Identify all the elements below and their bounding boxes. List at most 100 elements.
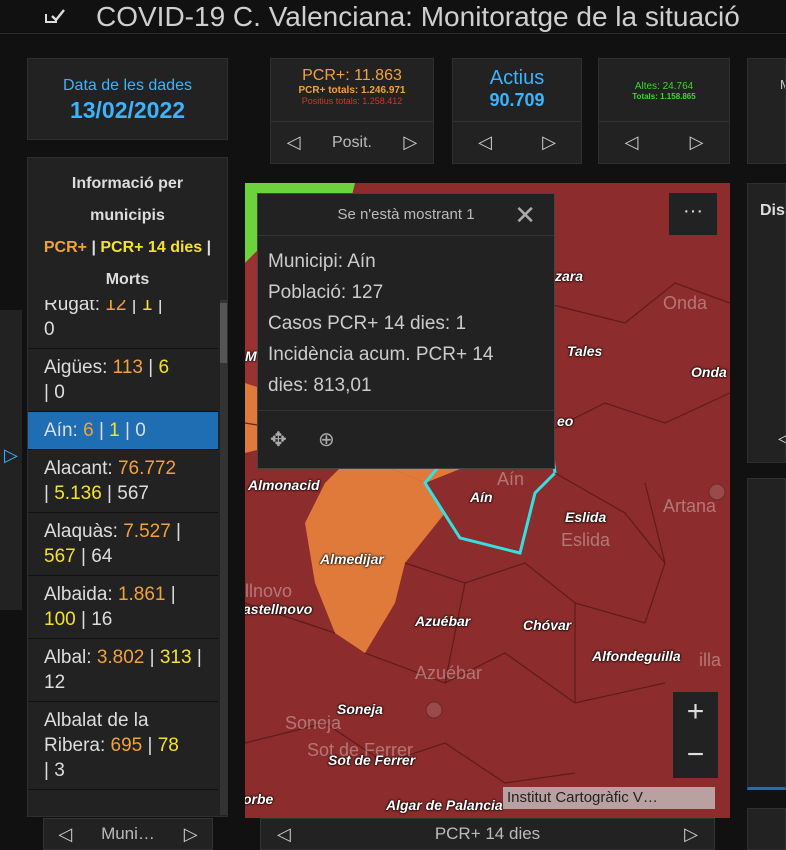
close-icon[interactable]: ✕ <box>514 194 536 236</box>
list-item-selected[interactable]: Aín: 6 | 1 | 0 <box>28 412 218 450</box>
list-title-line2: municipis <box>90 207 165 224</box>
map-bg-label: Onda <box>663 293 708 313</box>
list-header: Informació per municipis PCR+ | PCR+ 14 … <box>28 158 227 296</box>
prev-arrow-icon[interactable]: ◁ <box>277 824 291 845</box>
morts-label: M <box>780 77 785 92</box>
list-item[interactable]: Albal: 3.802 | 313 | 12 <box>28 639 218 702</box>
town-label: Aín <box>470 489 493 505</box>
municipality-name: Albaida: <box>44 584 113 605</box>
pcr-value: 3.802 <box>96 647 145 668</box>
altes-pager: ◁ ▷ <box>599 121 729 163</box>
pcr14-value: 567 <box>44 546 76 567</box>
legend-pcr14: PCR+ 14 dies <box>100 239 203 256</box>
app-logo-icon <box>45 9 65 23</box>
pcr14-value: 5.136 <box>54 483 102 504</box>
pcr14-value: 1 <box>141 300 153 315</box>
municipality-name: Rugat: <box>44 300 100 315</box>
town-label: Sot de Ferrer <box>328 752 416 768</box>
zoom-in-button[interactable]: + <box>673 692 718 735</box>
town-label: orbe <box>245 791 274 807</box>
next-arrow-icon[interactable]: ▷ <box>184 824 198 845</box>
map-options-button[interactable]: ··· <box>669 193 717 235</box>
pcr-value: 12 <box>105 300 127 315</box>
map-bg-label: Artana <box>663 496 717 516</box>
morts-value: 12 <box>44 672 66 693</box>
list-legend: PCR+ | PCR+ 14 dies | <box>28 232 227 264</box>
pcr-value: 113 <box>112 357 143 378</box>
popup-municipi: Municipi: Aín <box>268 251 376 272</box>
prev-arrow-icon[interactable]: ◁ <box>58 824 72 845</box>
pcr-pager: ◁ Posit. ▷ <box>271 121 433 163</box>
zoom-out-button[interactable]: − <box>673 735 718 778</box>
prev-arrow-icon[interactable]: ◁ <box>478 132 492 153</box>
move-icon[interactable]: ✥ <box>270 427 287 452</box>
map-bg-label: Aín <box>497 469 525 489</box>
list-item[interactable]: Alacant: 76.772 | 5.136 | 567 <box>28 450 218 513</box>
next-arrow-icon[interactable]: ▷ <box>684 824 698 845</box>
map-pager-label: PCR+ 14 dies <box>434 824 541 843</box>
legend-sep: | <box>91 239 96 256</box>
town-label: Onda <box>691 364 727 380</box>
legend-morts: Morts <box>105 271 150 288</box>
zoom-to-icon[interactable]: ⊕ <box>318 427 335 452</box>
municipality-name: Alaquàs: <box>44 521 118 542</box>
map-bg-label: illa <box>699 650 722 670</box>
map-pager: ◁ PCR+ 14 dies ▷ <box>260 818 715 850</box>
pcr-value: 6 <box>83 420 94 441</box>
popup-incidencia-2: dies: 813,01 <box>268 375 372 396</box>
pcr-value: 695 <box>110 735 143 756</box>
list-item[interactable]: Albaida: 1.861 | 100 | 16 <box>28 576 218 639</box>
zoom-controls: + − <box>673 692 718 778</box>
page-title: COVID-19 C. Valenciana: Monitoratge de l… <box>96 1 740 32</box>
pcr14-value: 78 <box>157 735 179 756</box>
altes-panel: Altes: 24.764 Totals: 1.158.865 ◁ ▷ <box>598 58 730 164</box>
town-label: Tales <box>567 343 603 359</box>
popup-title: Se n'està mostrant 1 <box>337 206 475 223</box>
pcr-pager-label: Posit. <box>331 133 372 151</box>
expand-arrow-icon[interactable]: ▷ <box>4 445 18 466</box>
list-item[interactable]: Alaquàs: 7.527 | 567 | 64 <box>28 513 218 576</box>
actius-panel: Actius 90.709 ◁ ▷ <box>452 58 582 164</box>
municipality-name: Aín: <box>44 420 78 441</box>
next-arrow-icon[interactable]: ▷ <box>690 132 704 153</box>
pcr14-value: 6 <box>158 357 170 378</box>
prev-arrow-icon[interactable]: ◁ <box>625 132 639 153</box>
town-label: eo <box>557 413 574 429</box>
next-arrow-icon[interactable]: ▷ <box>542 132 556 153</box>
pcr-value: 1.861 <box>117 584 166 605</box>
town-label: Chóvar <box>523 617 572 633</box>
left-panel-toggle[interactable]: ▷ <box>0 310 22 610</box>
pcr14-value: 313 <box>159 647 192 668</box>
next-arrow-icon[interactable]: ▷ <box>403 132 417 153</box>
town-label: Almedijar <box>320 551 384 567</box>
date-panel: Data de les dades 13/02/2022 <box>27 58 228 140</box>
municipality-list: Rugat: 12 | 1 | 0 Aigües: 113 | 6 | 0 Aín… <box>28 300 218 815</box>
town-label: zara <box>555 268 584 284</box>
town-label: Alfondeguilla <box>592 648 681 664</box>
morts-value: 64 <box>91 546 113 567</box>
town-label: astellnovo <box>245 601 313 617</box>
actius-pager: ◁ ▷ <box>453 121 581 163</box>
town-label: Almonacid <box>248 477 320 493</box>
date-value: 13/02/2022 <box>69 97 186 123</box>
right-panel: Dis ◁ <box>747 183 786 463</box>
list-item[interactable]: Rugat: 12 | 1 | 0 <box>28 300 218 349</box>
morts-value: 0 <box>135 420 146 441</box>
popup-casos: Casos PCR+ 14 dies: 1 <box>268 313 467 334</box>
pcr-value: 7.527 <box>123 521 171 542</box>
popup-footer: ✥ ⊕ <box>258 410 554 468</box>
morts-value: 0 <box>54 382 65 403</box>
list-item[interactable]: Aigües: 113 | 6 | 0 <box>28 349 218 412</box>
map-attribution[interactable]: Institut Cartogràfic V… <box>503 787 715 809</box>
list-scrollbar[interactable] <box>220 300 227 815</box>
morts-value: 0 <box>44 319 55 340</box>
right-panel-bottom <box>747 808 786 850</box>
prev-arrow-icon[interactable]: ◁ <box>778 428 786 449</box>
morts-value: 567 <box>117 483 149 504</box>
prev-arrow-icon[interactable]: ◁ <box>287 132 301 153</box>
list-scrollbar-thumb[interactable] <box>220 303 227 363</box>
list-pager-label: Muni… <box>101 824 155 843</box>
popup-incidencia-1: Incidència acum. PCR+ 14 <box>268 344 494 365</box>
list-item[interactable]: Albalat de la Ribera: 695 | 78 | 3 <box>28 702 218 790</box>
altes-totals: Totals: 1.158.865 <box>632 92 696 101</box>
